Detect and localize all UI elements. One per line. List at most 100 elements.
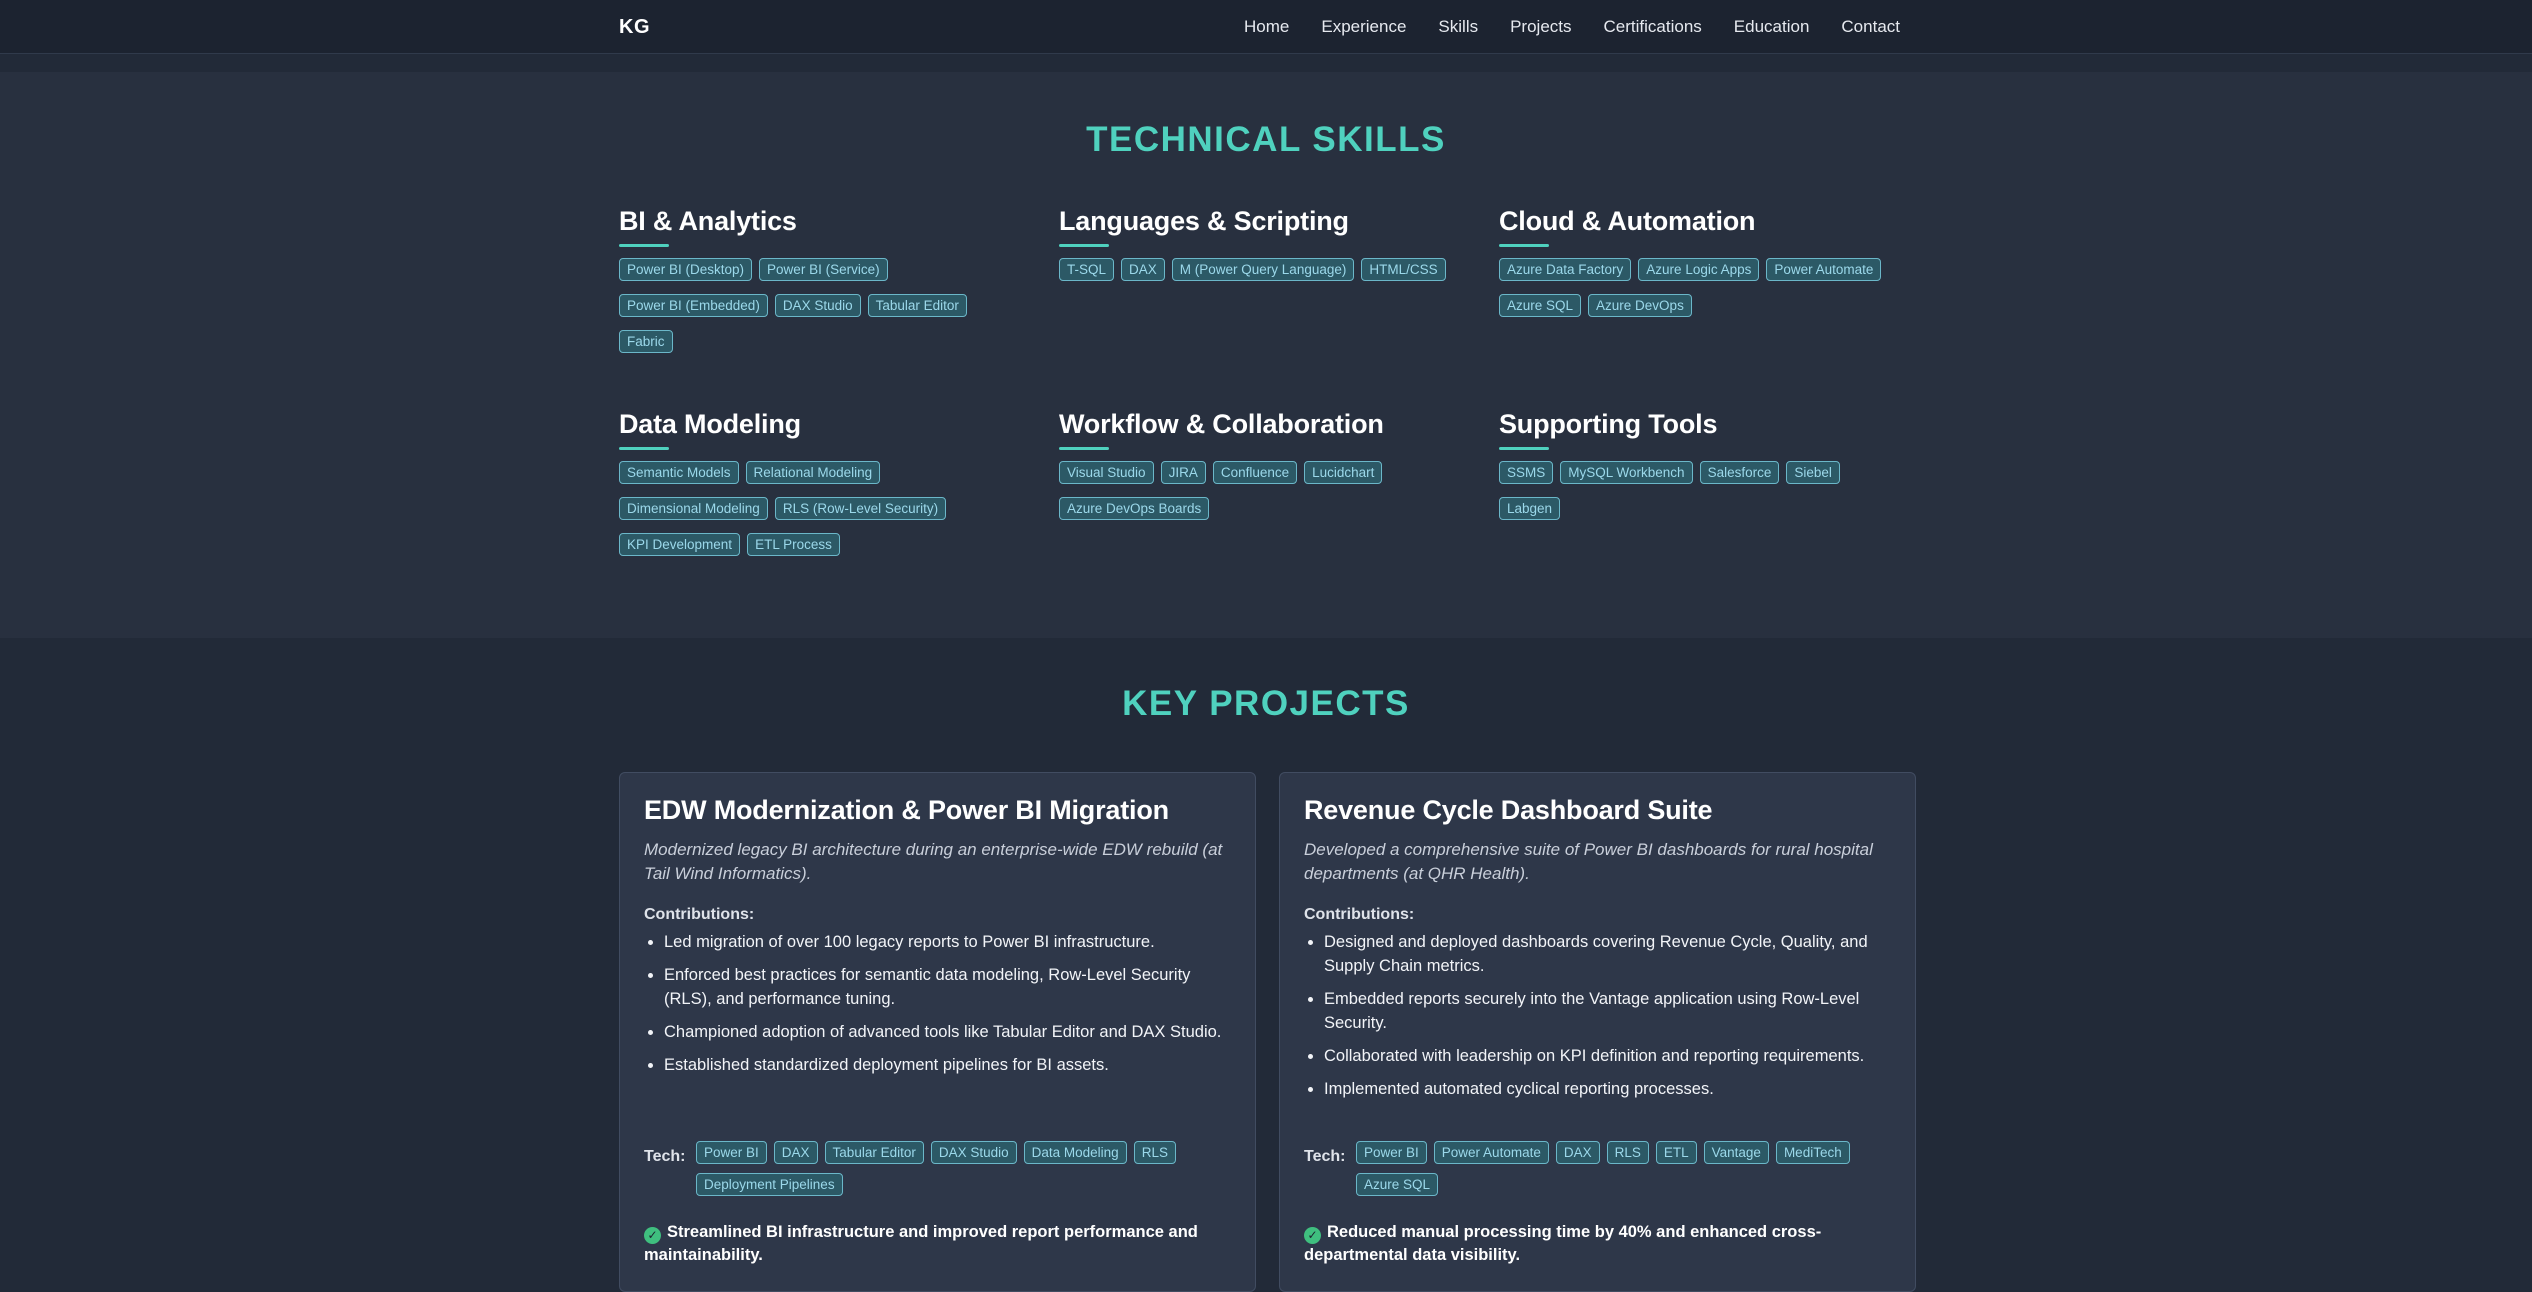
skill-tag: Power BI (Desktop) (619, 258, 753, 281)
skills-section: TECHNICAL SKILLS BI & Analytics Power BI… (0, 72, 2532, 638)
contributions-label: Contributions: (1304, 906, 1415, 923)
skill-tags: T-SQL DAX M (Power Query Language) HTML/… (1059, 258, 1459, 281)
tech-tag: DAX (1555, 1141, 1600, 1164)
logo[interactable]: KG (619, 16, 650, 39)
skill-tag: Azure Data Factory (1499, 258, 1632, 281)
nav-link-education[interactable]: Education (1734, 17, 1810, 37)
skill-category-workflow: Workflow & Collaboration Visual Studio J… (1059, 409, 1459, 520)
contribution-item: Championed adoption of advanced tools li… (664, 1020, 1231, 1044)
tech-tag: Power BI (1356, 1141, 1427, 1164)
tech-row: Tech: Power BI Power Automate DAX RLS ET… (1304, 1141, 1894, 1196)
skill-category-title: Languages & Scripting (1059, 206, 1459, 247)
skill-category-languages: Languages & Scripting T-SQL DAX M (Power… (1059, 206, 1459, 281)
skill-tag: ETL Process (747, 533, 840, 556)
contribution-item: Enforced best practices for semantic dat… (664, 963, 1231, 1011)
contribution-item: Collaborated with leadership on KPI defi… (1324, 1044, 1891, 1068)
nav-link-skills[interactable]: Skills (1438, 17, 1478, 37)
skill-tag: Azure DevOps Boards (1059, 497, 1210, 520)
tech-label: Tech: (644, 1148, 686, 1165)
top-nav: KG Home Experience Skills Projects Certi… (0, 0, 2532, 54)
tech-tag: Deployment Pipelines (696, 1173, 843, 1196)
skill-category-bi: BI & Analytics Power BI (Desktop) Power … (619, 206, 1019, 353)
contribution-item: Led migration of over 100 legacy reports… (664, 930, 1231, 954)
tech-row: Tech: Power BI DAX Tabular Editor DAX St… (644, 1141, 1234, 1196)
skill-tags: SSMS MySQL Workbench Salesforce Siebel L… (1499, 461, 1899, 520)
tech-tag: MediTech (1775, 1141, 1850, 1164)
check-circle-icon: ✓ (1304, 1227, 1321, 1244)
project-title: Revenue Cycle Dashboard Suite (1304, 795, 1713, 825)
tech-tag: RLS (1133, 1141, 1176, 1164)
skill-tag: HTML/CSS (1361, 258, 1446, 281)
skill-tag: MySQL Workbench (1560, 461, 1693, 484)
project-description: Developed a comprehensive suite of Power… (1304, 840, 1873, 883)
skill-category-title: Workflow & Collaboration (1059, 409, 1459, 450)
tech-tag: DAX Studio (930, 1141, 1017, 1164)
skill-category-title: Data Modeling (619, 409, 1019, 450)
skill-tag: Visual Studio (1059, 461, 1154, 484)
skill-tag: Dimensional Modeling (619, 497, 768, 520)
skill-tag: Siebel (1786, 461, 1840, 484)
project-title: EDW Modernization & Power BI Migration (644, 795, 1169, 825)
skill-tag: DAX Studio (774, 294, 861, 317)
project-description: Modernized legacy BI architecture during… (644, 840, 1223, 883)
nav-link-contact[interactable]: Contact (1841, 17, 1900, 37)
tech-tag: Power BI (696, 1141, 767, 1164)
skill-tags: Visual Studio JIRA Confluence Lucidchart… (1059, 461, 1459, 520)
skill-tag: Power Automate (1766, 258, 1882, 281)
skill-tag: Semantic Models (619, 461, 739, 484)
skill-tag: Confluence (1212, 461, 1298, 484)
tech-tag: DAX (773, 1141, 818, 1164)
skill-tag: Lucidchart (1304, 461, 1383, 484)
tech-label: Tech: (1304, 1148, 1346, 1165)
skill-tag: Power BI (Embedded) (619, 294, 768, 317)
tech-tag: Data Modeling (1023, 1141, 1127, 1164)
tech-tag: Tabular Editor (824, 1141, 924, 1164)
skill-tag: RLS (Row-Level Security) (774, 497, 947, 520)
skill-tag: Fabric (619, 330, 673, 353)
contributions-label: Contributions: (644, 906, 755, 923)
tech-tag: Power Automate (1433, 1141, 1549, 1164)
skill-tags: Semantic Models Relational Modeling Dime… (619, 461, 1019, 556)
contributions-list: Designed and deployed dashboards coverin… (1304, 930, 1891, 1101)
nav-link-experience[interactable]: Experience (1321, 17, 1406, 37)
skill-tag: KPI Development (619, 533, 741, 556)
skill-tag: T-SQL (1059, 258, 1115, 281)
nav-links: Home Experience Skills Projects Certific… (1244, 17, 1900, 37)
skill-tag: Power BI (Service) (759, 258, 888, 281)
check-circle-icon: ✓ (644, 1227, 661, 1244)
contribution-item: Implemented automated cyclical reporting… (1324, 1077, 1891, 1101)
skill-category-data-modeling: Data Modeling Semantic Models Relational… (619, 409, 1019, 556)
skill-category-supporting-tools: Supporting Tools SSMS MySQL Workbench Sa… (1499, 409, 1899, 520)
skill-category-cloud: Cloud & Automation Azure Data Factory Az… (1499, 206, 1899, 317)
skill-tags: Power BI (Desktop) Power BI (Service) Po… (619, 258, 1019, 353)
skill-category-title: BI & Analytics (619, 206, 1019, 247)
project-card-revenue-cycle: Revenue Cycle Dashboard Suite Developed … (1279, 772, 1916, 1292)
tech-tags: Power BI DAX Tabular Editor DAX Studio D… (696, 1141, 1234, 1196)
skill-tag: M (Power Query Language) (1171, 258, 1355, 281)
skill-category-title: Supporting Tools (1499, 409, 1899, 450)
skills-title: TECHNICAL SKILLS (1086, 120, 1446, 159)
contributions-list: Led migration of over 100 legacy reports… (644, 930, 1231, 1077)
project-outcome: ✓ Streamlined BI infrastructure and impro… (644, 1221, 1234, 1266)
skill-tag: Labgen (1499, 497, 1561, 520)
skill-category-title: Cloud & Automation (1499, 206, 1899, 247)
project-outcome: ✓ Reduced manual processing time by 40% a… (1304, 1221, 1894, 1266)
tech-tag: Azure SQL (1356, 1173, 1439, 1196)
skill-tag: Azure Logic Apps (1638, 258, 1760, 281)
skill-tag: Tabular Editor (867, 294, 967, 317)
tech-tag: Vantage (1703, 1141, 1769, 1164)
skill-tag: Azure DevOps (1588, 294, 1692, 317)
nav-link-projects[interactable]: Projects (1510, 17, 1571, 37)
project-card-edw: EDW Modernization & Power BI Migration M… (619, 772, 1256, 1292)
nav-link-certifications[interactable]: Certifications (1604, 17, 1702, 37)
skill-tag: Salesforce (1699, 461, 1780, 484)
projects-title: KEY PROJECTS (1122, 684, 1410, 723)
tech-tag: RLS (1606, 1141, 1649, 1164)
contribution-item: Established standardized deployment pipe… (664, 1053, 1231, 1077)
tech-tag: ETL (1655, 1141, 1697, 1164)
tech-tags: Power BI Power Automate DAX RLS ETL Vant… (1356, 1141, 1894, 1196)
contribution-item: Designed and deployed dashboards coverin… (1324, 930, 1891, 978)
skill-tag: Relational Modeling (745, 461, 881, 484)
nav-link-home[interactable]: Home (1244, 17, 1289, 37)
skill-tag: DAX (1121, 258, 1165, 281)
